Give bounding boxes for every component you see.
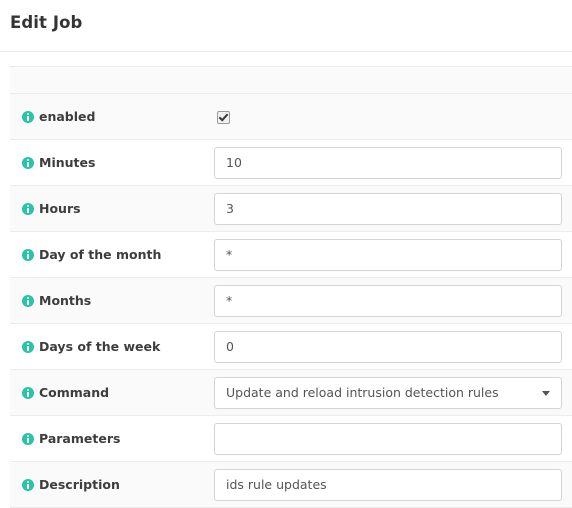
- field-label-text: Command: [39, 384, 110, 400]
- field-label-command: Command: [22, 384, 212, 400]
- table-header-field-cell: [212, 66, 572, 94]
- field-label-cell-command: Command: [10, 369, 212, 416]
- info-icon[interactable]: [22, 156, 34, 169]
- field-label-text: Description: [39, 476, 120, 492]
- field-label-days-of-the-week: Days of the week: [22, 338, 212, 354]
- field-label-cell-parameters: Parameters: [10, 415, 212, 462]
- field-label-text: Minutes: [39, 154, 96, 170]
- field-control-wrapper: [212, 146, 572, 179]
- table-row: Minutes: [10, 139, 572, 186]
- table-body: enabled Minutes Hours Day of the month Month…: [10, 93, 572, 508]
- field-control-wrapper: [212, 107, 572, 126]
- day-of-the-month-input[interactable]: [214, 238, 562, 271]
- field-control-wrapper: [212, 330, 572, 363]
- field-control-cell-days-of-the-week: [212, 323, 572, 370]
- field-label-cell-days-of-the-week: Days of the week: [10, 323, 212, 370]
- field-control-cell-enabled: [212, 93, 572, 140]
- field-control-wrapper: [212, 192, 572, 225]
- field-control-cell-months: [212, 277, 572, 324]
- months-input[interactable]: [214, 284, 562, 317]
- command-select[interactable]: Update and reload intrusion detection ru…: [214, 376, 562, 409]
- command-selected-value: Update and reload intrusion detection ru…: [226, 385, 499, 400]
- field-label-cell-day-of-the-month: Day of the month: [10, 231, 212, 278]
- field-control-cell-parameters: [212, 415, 572, 462]
- hours-input[interactable]: [214, 192, 562, 225]
- page-header: Edit Job: [0, 0, 572, 52]
- field-label-text: Day of the month: [39, 246, 162, 262]
- field-label-text: Months: [39, 292, 92, 308]
- field-control-cell-minutes: [212, 139, 572, 186]
- field-label-parameters: Parameters: [22, 430, 212, 446]
- field-control-cell-day-of-the-month: [212, 231, 572, 278]
- info-icon[interactable]: [22, 386, 34, 399]
- field-label-cell-minutes: Minutes: [10, 139, 212, 186]
- job-fields-table: enabled Minutes Hours Day of the month Month…: [10, 66, 572, 508]
- info-icon[interactable]: [22, 248, 34, 261]
- info-icon[interactable]: [22, 432, 34, 445]
- enabled-checkbox[interactable]: [217, 111, 230, 124]
- field-label-cell-enabled: enabled: [10, 93, 212, 140]
- field-label-text: Days of the week: [39, 338, 161, 354]
- field-control-cell-description: [212, 461, 572, 508]
- table-row: Months: [10, 277, 572, 324]
- field-label-minutes: Minutes: [22, 154, 212, 170]
- field-label-text: Hours: [39, 200, 81, 216]
- edit-job-form: enabled Minutes Hours Day of the month Month…: [0, 52, 572, 508]
- table-row: Hours: [10, 185, 572, 232]
- field-label-enabled: enabled: [22, 108, 212, 124]
- field-control-wrapper: Update and reload intrusion detection ru…: [212, 376, 572, 409]
- table-head: [10, 66, 572, 94]
- info-icon[interactable]: [22, 294, 34, 307]
- table-row: enabled: [10, 93, 572, 140]
- table-header-label-cell: [10, 66, 212, 94]
- info-icon[interactable]: [22, 202, 34, 215]
- field-label-cell-hours: Hours: [10, 185, 212, 232]
- chevron-down-icon[interactable]: [542, 390, 550, 396]
- field-label-cell-description: Description: [10, 461, 212, 508]
- field-label-text: Parameters: [39, 430, 121, 446]
- description-input[interactable]: [214, 468, 562, 501]
- table-row: Command Update and reload intrusion detec…: [10, 369, 572, 416]
- field-control-wrapper: [212, 422, 572, 455]
- table-row: Parameters: [10, 415, 572, 462]
- info-icon[interactable]: [22, 340, 34, 353]
- table-row: Days of the week: [10, 323, 572, 370]
- field-label-hours: Hours: [22, 200, 212, 216]
- field-label-months: Months: [22, 292, 212, 308]
- field-label-cell-months: Months: [10, 277, 212, 324]
- table-row: Description: [10, 461, 572, 508]
- days-of-the-week-input[interactable]: [214, 330, 562, 363]
- field-label-text: enabled: [39, 108, 96, 124]
- field-control-wrapper: [212, 468, 572, 501]
- field-control-wrapper: [212, 238, 572, 271]
- table-header-row: [10, 66, 572, 94]
- field-label-day-of-the-month: Day of the month: [22, 246, 212, 262]
- table-row: Day of the month: [10, 231, 572, 278]
- field-control-wrapper: [212, 284, 572, 317]
- parameters-input[interactable]: [214, 422, 562, 455]
- info-icon[interactable]: [22, 110, 34, 123]
- page-title: Edit Job: [10, 13, 83, 32]
- field-control-cell-command: Update and reload intrusion detection ru…: [212, 369, 572, 416]
- field-control-cell-hours: [212, 185, 572, 232]
- field-label-description: Description: [22, 476, 212, 492]
- minutes-input[interactable]: [214, 146, 562, 179]
- info-icon[interactable]: [22, 478, 34, 491]
